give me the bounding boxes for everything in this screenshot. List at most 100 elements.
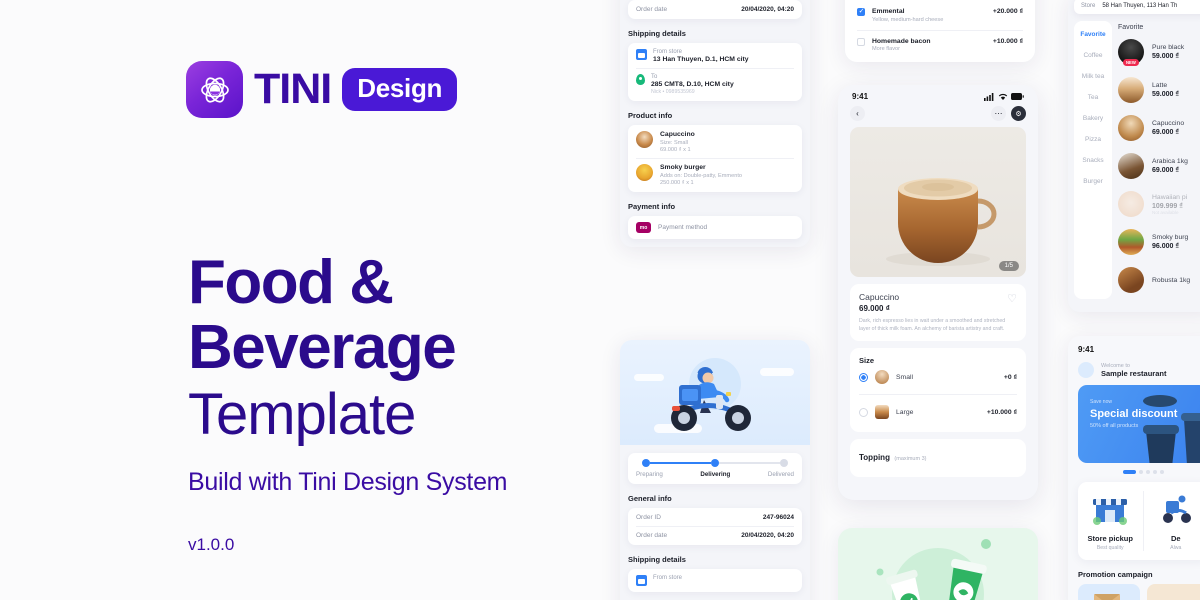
checkbox-homemade-bacon[interactable] [857, 37, 865, 46]
list-item[interactable]: Latte 59.000 ₫ [1118, 71, 1200, 109]
product-summary: Capuccino 69.000 ₫ ♡ Dark, rich espresso… [850, 284, 1026, 341]
payment-info-box[interactable]: mo Payment method [628, 216, 802, 239]
sidebar-item-bakery[interactable]: Bakery [1074, 108, 1112, 129]
topping-title: Topping [859, 453, 890, 462]
back-button[interactable]: ‹ [850, 106, 865, 121]
item-name: Smoky burg [1152, 234, 1189, 241]
sidebar-item-snacks[interactable]: Snacks [1074, 150, 1112, 171]
carousel-dot[interactable] [1159, 470, 1164, 474]
order-date-label: Order date [636, 532, 668, 539]
list-item[interactable]: Smoky burg 96.000 ₫ [1118, 223, 1200, 261]
radio-large[interactable] [859, 407, 868, 417]
size-title: Size [859, 356, 875, 365]
promotion-campaign-title: Promotion campaign [1078, 570, 1153, 579]
order-date-value: 20/04/2020, 04:20 [741, 6, 794, 13]
size-price: +0 ₫ [1003, 373, 1017, 381]
list-item[interactable]: Emmental Yellow, medium-hard cheese +20.… [857, 7, 1023, 23]
divider [636, 526, 794, 527]
carousel-dot-active[interactable] [1122, 470, 1136, 474]
list-item[interactable]: Robusta 1kg [1118, 261, 1200, 299]
coffee-cups-green-illustration [838, 528, 1038, 600]
promo-card[interactable] [1146, 584, 1200, 600]
list-item[interactable]: Arabica 1kg 69.000 ₫ [1118, 147, 1200, 185]
list-item[interactable]: Smoky burger Adds on: Double-patty, Emme… [636, 164, 794, 186]
item-name: Capuccino [1152, 120, 1185, 127]
sidebar-item-pizza[interactable]: Pizza [1074, 129, 1112, 150]
sidebar-item-favorite[interactable]: Favorite [1074, 24, 1112, 45]
momo-icon: mo [636, 222, 651, 233]
product-price: 250.000 ₫ x 1 [660, 180, 694, 186]
product-description: Dark, rich espresso lies in wait under a… [859, 318, 1006, 332]
new-badge: NEW [1123, 59, 1139, 66]
delivery-scooter-illustration [620, 340, 810, 445]
category-sidebar: Favorite Coffee Milk tea Tea Bakery Pizz… [1074, 21, 1112, 299]
action-store-pickup[interactable]: Store pickup Best quality [1078, 491, 1143, 551]
topping-price: +20.000 ₫ [992, 8, 1023, 15]
from-store-label: From store [653, 49, 683, 55]
order-date-label: Order date [636, 6, 668, 13]
radio-small[interactable] [859, 372, 868, 382]
storefront-icon [1093, 499, 1128, 525]
carousel-dot[interactable] [1152, 470, 1157, 474]
step-dot-preparing[interactable] [642, 459, 650, 467]
size-option-small[interactable]: Small +0 ₫ [859, 365, 1017, 389]
list-item[interactable]: NEW Pure black 59.000 ₫ [1118, 33, 1200, 71]
carousel-dot[interactable] [1145, 470, 1150, 474]
step-dot-delivered[interactable] [780, 459, 788, 467]
settings-button[interactable]: ⚙ [1011, 106, 1026, 121]
divider [857, 29, 1023, 31]
carousel-dot[interactable] [1138, 470, 1143, 474]
headline-line-3: Template [188, 382, 416, 447]
promo-card[interactable] [1078, 584, 1140, 600]
to-contact: Nick • 0989535969 [651, 89, 695, 95]
list-item[interactable]: Capuccino 69.000 ₫ [1118, 109, 1200, 147]
sidebar-item-tea[interactable]: Tea [1074, 87, 1112, 108]
product-name: Smoky burger [660, 164, 706, 171]
action-delivery[interactable]: De Alwa [1144, 491, 1200, 551]
order-id-label: Order ID [636, 514, 661, 521]
action-sub: Best quality [1096, 545, 1124, 551]
store-address-bar[interactable]: Store 58 Han Thuyen, 113 Han Th [1074, 0, 1200, 14]
item-name: Arabica 1kg [1152, 158, 1188, 165]
smoky-burger-thumbnail [636, 164, 653, 181]
item-name: Pure black [1152, 44, 1185, 51]
store-label: Store [1081, 3, 1096, 9]
step-bar [719, 461, 780, 465]
welcome-header: Welcome to Sample restaurant [1068, 354, 1200, 378]
payment-info-title: Payment info [628, 202, 676, 211]
shipping-details-box: From store 13 Han Thuyen, D.1, HCM city … [628, 43, 802, 101]
list-item[interactable]: Homemade bacon More flavor +10.000 ₫ [857, 37, 1023, 52]
heart-icon[interactable]: ♡ [1007, 292, 1017, 305]
action-name: De [1170, 534, 1181, 543]
size-option-large[interactable]: Large +10.000 ₫ [859, 400, 1017, 424]
step-dot-delivering[interactable] [711, 459, 719, 467]
section-title: Favorite [1118, 24, 1144, 31]
list-item: Hawaiian pi 109.999 ₫ Not available [1118, 185, 1200, 223]
hero-subtitle: Build with Tini Design System [188, 468, 508, 496]
table-row: Order ID 247-96024 [636, 514, 794, 521]
product-info-box: Capuccino Size: Small 69.000 ₫ x 1 Smoky… [628, 125, 802, 192]
promo-banner[interactable]: Save now Special discount 50% off all pr… [1078, 385, 1200, 463]
arabica-thumbnail [1118, 153, 1144, 179]
topping-desc: More flavor [872, 46, 900, 52]
topping-name: Homemade bacon [872, 37, 931, 45]
general-info-box: Order ID 247-96024 Order date 20/04/2020… [628, 508, 802, 545]
list-item[interactable]: Capuccino Size: Small 69.000 ₫ x 1 [636, 131, 794, 153]
divider [636, 158, 794, 159]
avatar[interactable] [1078, 362, 1094, 378]
version-label: v1.0.0 [188, 535, 235, 554]
sidebar-item-milk-tea[interactable]: Milk tea [1074, 66, 1112, 87]
more-button[interactable]: ⋯ [991, 106, 1006, 121]
step-label-preparing: Preparing [636, 471, 663, 478]
cappuccino-cup-photo[interactable]: 1/5 [850, 127, 1026, 277]
carousel-dots[interactable] [1068, 470, 1200, 474]
divider [859, 394, 1017, 395]
sidebar-item-burger[interactable]: Burger [1074, 171, 1112, 192]
sidebar-item-coffee[interactable]: Coffee [1074, 45, 1112, 66]
brand-logo: TINI Design [186, 61, 458, 118]
checkbox-emmental[interactable] [857, 7, 865, 16]
quick-actions: Store pickup Best quality De Alwa [1078, 482, 1200, 560]
item-price: 109.999 ₫ [1152, 202, 1183, 210]
item-price: 59.000 ₫ [1152, 91, 1179, 98]
page-indicator: 1/5 [998, 261, 1019, 271]
